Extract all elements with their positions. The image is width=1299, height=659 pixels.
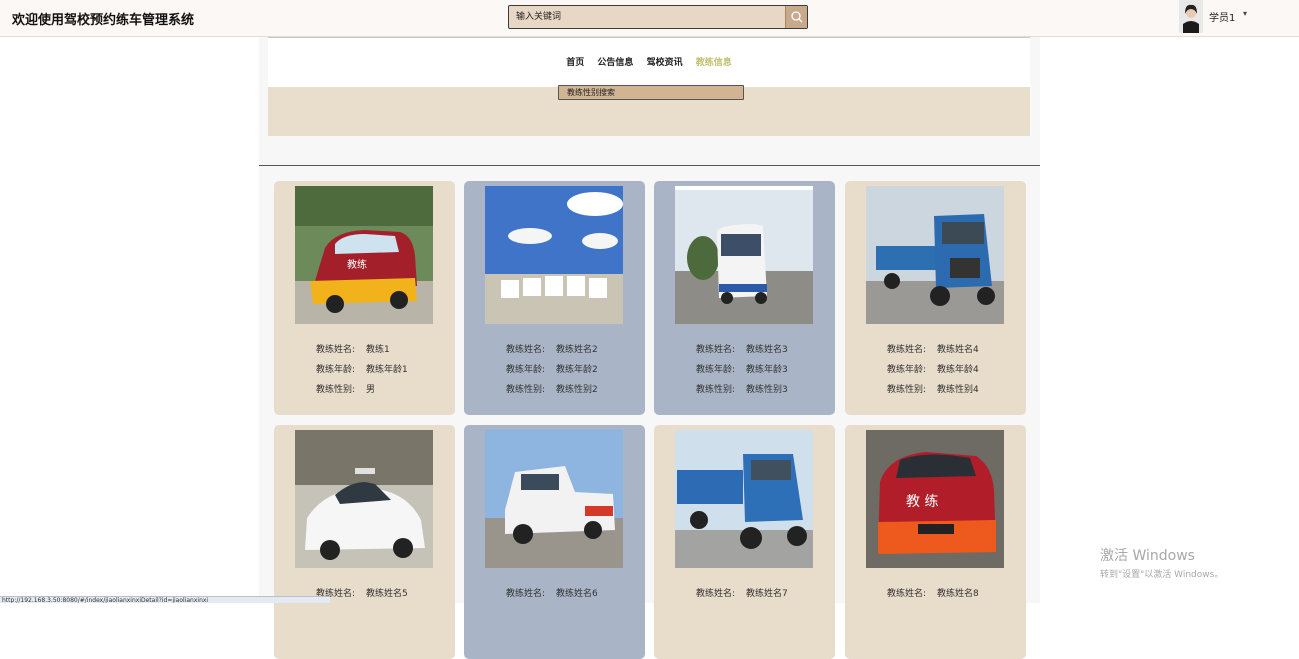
main-nav: 首页 公告信息 驾校资讯 教练信息 [268,55,1030,68]
coach-age-value: 教练年龄3 [746,365,788,375]
coach-name-label: 教练姓名: [887,589,927,599]
coach-name-row: 教练姓名: 教练姓名2 [506,340,598,360]
chevron-down-icon[interactable]: ▾ [1243,9,1247,18]
nav-strip: 首页 公告信息 驾校资讯 教练信息 教练性别搜索 [268,37,1030,136]
svg-text:教 练: 教 练 [906,494,938,510]
coach-card[interactable]: 教练姓名: 教练姓名3 教练年龄: 教练年龄3 教练性别: 教练性别3 [654,181,835,415]
coach-vehicle-photo[interactable]: 教 练 [866,430,1004,568]
status-url: http://192.168.3.50:8080/#/index/jiaolia… [0,596,330,603]
coach-gender-row: 教练性别: 教练性别4 [887,380,979,400]
coach-name-row: 教练姓名: 教练姓名7 [696,584,788,604]
coach-age-value: 教练年龄2 [556,365,598,375]
coach-age-value: 教练年龄4 [937,365,979,375]
coach-name-label: 教练姓名: [506,589,546,599]
top-header: 欢迎使用驾校预约练车管理系统 学员1 ▾ [0,0,1299,37]
coach-name-label: 教练姓名: [316,345,356,355]
coach-age-label: 教练年龄: [316,365,356,375]
coach-card[interactable]: 教练姓名: 教练姓名5 [274,425,455,659]
coach-name-row: 教练姓名: 教练姓名3 [696,340,788,360]
coach-gender-row: 教练性别: 教练性别2 [506,380,598,400]
nav-item-home[interactable]: 首页 [566,58,584,68]
coach-age-row: 教练年龄: 教练年龄4 [887,360,979,380]
coach-vehicle-photo[interactable] [866,186,1004,324]
watermark-line2: 转到"设置"以激活 Windows。 [1100,570,1224,580]
coach-info: 教练姓名: 教练1 教练年龄: 教练年龄1 教练性别: 男 [316,340,408,400]
coach-name-value: 教练姓名5 [366,589,408,599]
windows-watermark: 激活 Windows 转到"设置"以激活 Windows。 [1100,545,1223,580]
divider [259,165,1040,166]
coach-gender-row: 教练性别: 男 [316,380,408,400]
app-title: 欢迎使用驾校预约练车管理系统 [12,13,195,28]
coach-age-label: 教练年龄: [887,365,927,375]
coach-card[interactable]: 教 练 教练姓名: 教练姓名8 [845,425,1026,659]
nav-item-announcements[interactable]: 公告信息 [597,58,633,68]
coach-name-value: 教练姓名4 [937,345,979,355]
coach-gender-value: 教练性别3 [746,385,788,395]
coach-name-label: 教练姓名: [887,345,927,355]
coach-gender-value: 教练性别4 [937,385,979,395]
coach-name-value: 教练1 [366,345,390,355]
coach-card[interactable]: 教练姓名: 教练姓名6 [464,425,645,659]
watermark-line1: 激活 Windows [1100,548,1195,564]
coach-gender-label: 教练性别: [506,385,546,395]
coach-name-row: 教练姓名: 教练姓名4 [887,340,979,360]
coach-vehicle-photo[interactable] [675,430,813,568]
coach-vehicle-photo[interactable] [485,430,623,568]
coach-name-value: 教练姓名2 [556,345,598,355]
coach-name-label: 教练姓名: [506,345,546,355]
search-icon [791,11,803,23]
user-name: 学员1 [1209,13,1236,24]
coach-info: 教练姓名: 教练姓名3 教练年龄: 教练年龄3 教练性别: 教练性别3 [696,340,788,400]
coach-name-label: 教练姓名: [696,345,736,355]
nav-item-news[interactable]: 驾校资讯 [647,58,683,68]
coach-gender-label: 教练性别: [887,385,927,395]
coach-name-row: 教练姓名: 教练1 [316,340,408,360]
coach-age-row: 教练年龄: 教练年龄2 [506,360,598,380]
coach-info: 教练姓名: 教练姓名8 [887,584,979,604]
coach-age-value: 教练年龄1 [366,365,408,375]
coach-vehicle-photo[interactable] [485,186,623,324]
avatar [1179,0,1203,33]
coach-vehicle-photo[interactable] [295,430,433,568]
svg-text:教练: 教练 [347,258,367,271]
coach-name-value: 教练姓名3 [746,345,788,355]
coach-gender-value: 男 [366,385,376,395]
coach-info: 教练姓名: 教练姓名4 教练年龄: 教练年龄4 教练性别: 教练性别4 [887,340,979,400]
gender-filter-button[interactable]: 教练性别搜索 [558,85,744,100]
coach-info: 教练姓名: 教练姓名6 [506,584,598,604]
coach-vehicle-photo[interactable] [675,186,813,324]
coach-vehicle-photo[interactable]: 教练 [295,186,433,324]
coach-name-row: 教练姓名: 教练姓名6 [506,584,598,604]
coach-name-value: 教练姓名8 [937,589,979,599]
coach-card[interactable]: 教练姓名: 教练姓名4 教练年龄: 教练年龄4 教练性别: 教练性别4 [845,181,1026,415]
coach-name-value: 教练姓名6 [556,589,598,599]
search-input[interactable] [509,6,786,28]
coach-name-row: 教练姓名: 教练姓名8 [887,584,979,604]
nav-item-coaches[interactable]: 教练信息 [696,58,732,68]
coach-card[interactable]: 教练姓名: 教练姓名2 教练年龄: 教练年龄2 教练性别: 教练性别2 [464,181,645,415]
coach-age-label: 教练年龄: [696,365,736,375]
coach-info: 教练姓名: 教练姓名7 [696,584,788,604]
coach-name-value: 教练姓名7 [746,589,788,599]
coach-gender-value: 教练性别2 [556,385,598,395]
coach-gender-row: 教练性别: 教练性别3 [696,380,788,400]
coach-age-row: 教练年龄: 教练年龄3 [696,360,788,380]
search-button[interactable] [785,6,807,28]
coach-name-label: 教练姓名: [696,589,736,599]
coach-card[interactable]: 教练教练姓名: 教练1 教练年龄: 教练年龄1 教练性别: 男 [274,181,455,415]
coach-card[interactable]: 教练姓名: 教练姓名7 [654,425,835,659]
nav-bar: 首页 公告信息 驾校资讯 教练信息 [268,37,1030,87]
search-box [508,5,808,29]
coach-gender-label: 教练性别: [696,385,736,395]
coach-gender-label: 教练性别: [316,385,356,395]
coach-age-label: 教练年龄: [506,365,546,375]
coach-info: 教练姓名: 教练姓名2 教练年龄: 教练年龄2 教练性别: 教练性别2 [506,340,598,400]
coach-age-row: 教练年龄: 教练年龄1 [316,360,408,380]
